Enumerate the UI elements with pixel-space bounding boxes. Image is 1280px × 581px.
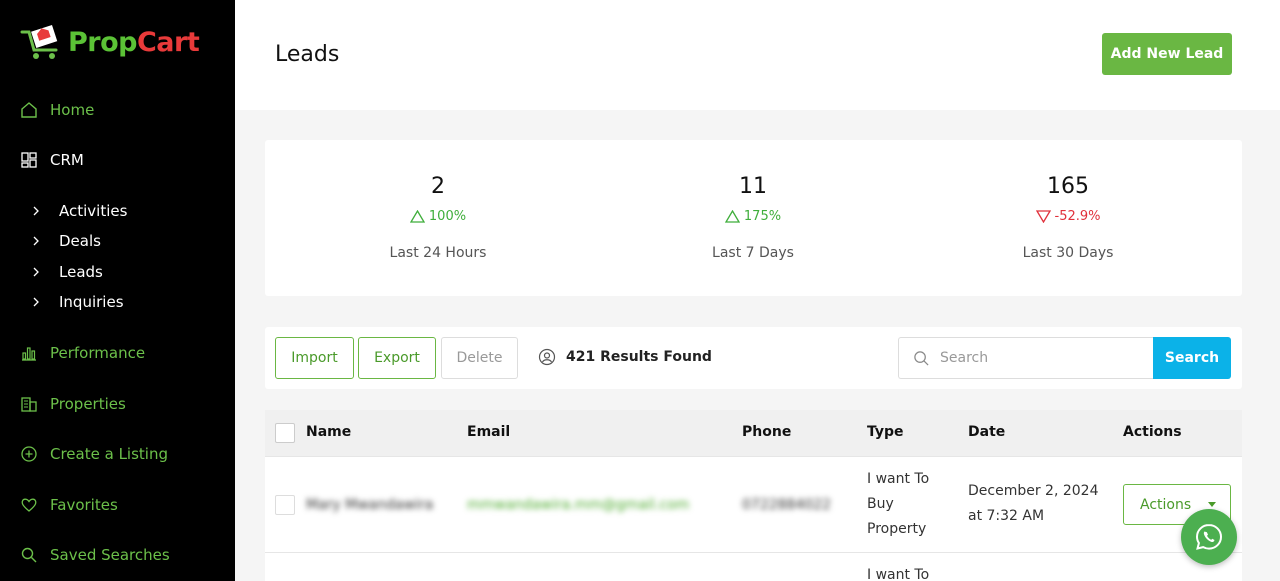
- column-header-name[interactable]: Name: [306, 424, 351, 440]
- sidebar-item-label: Performance: [50, 344, 146, 362]
- building-icon: [20, 395, 38, 413]
- lead-type-line: Property: [867, 521, 927, 537]
- sidebar-subitem-inquiries[interactable]: Inquiries: [32, 291, 124, 313]
- stat-change-value: 175%: [743, 209, 782, 224]
- home-icon: [20, 101, 38, 119]
- lead-date: December 2, 2024 at 7:32 AM: [968, 479, 1098, 529]
- logo-text-cart: Cart: [136, 26, 200, 58]
- stat-period: Last 30 Days: [1022, 245, 1114, 261]
- sidebar-subitem-leads[interactable]: Leads: [32, 261, 103, 283]
- stat-value: 165: [1047, 174, 1089, 199]
- row-actions-label: Actions: [1140, 496, 1192, 513]
- search-input[interactable]: [940, 350, 1140, 366]
- stat-change-value: -52.9%: [1054, 209, 1101, 224]
- chevron-right-icon: [32, 297, 40, 307]
- lead-type: I want To Buy Property: [867, 467, 957, 542]
- sidebar-item-label: Favorites: [50, 496, 118, 514]
- sidebar: PropCart Home CRM Activities Deals Leads…: [0, 0, 235, 581]
- add-new-lead-button[interactable]: Add New Lead: [1102, 33, 1232, 75]
- sidebar-item-label: Properties: [50, 395, 126, 413]
- sidebar-subitem-label: Inquiries: [59, 293, 124, 311]
- sidebar-item-label: CRM: [50, 151, 84, 169]
- sidebar-item-favorites[interactable]: Favorites: [20, 493, 118, 517]
- lead-email[interactable]: mmwandawira.mm@gmail.com: [467, 493, 689, 518]
- caret-down-icon: [1208, 502, 1216, 507]
- stat-change-value: 100%: [428, 209, 467, 224]
- lead-type-line: Buy: [867, 496, 894, 512]
- lead-phone: 0722884022: [742, 497, 832, 513]
- import-button[interactable]: Import: [275, 337, 354, 379]
- table-header: Name Email Phone Type Date Actions: [265, 410, 1242, 456]
- bar-chart-icon: [20, 344, 38, 362]
- stat-period: Last 7 Days: [712, 245, 794, 261]
- sidebar-subitem-label: Leads: [59, 263, 103, 281]
- sidebar-subitem-label: Deals: [59, 232, 101, 250]
- sidebar-item-create-listing[interactable]: Create a Listing: [20, 442, 168, 466]
- page-title: Leads: [275, 42, 340, 67]
- grid-icon: [20, 151, 38, 169]
- select-all-checkbox[interactable]: [275, 423, 295, 443]
- stat-change: 175%: [653, 209, 853, 224]
- results-count: 421 Results Found: [538, 348, 712, 366]
- sidebar-item-label: Create a Listing: [50, 445, 168, 463]
- sidebar-item-saved-searches[interactable]: Saved Searches: [20, 543, 170, 567]
- sidebar-item-home[interactable]: Home: [20, 98, 94, 122]
- search-icon: [914, 350, 929, 366]
- lead-type-line: I want To: [867, 471, 930, 487]
- column-header-actions: Actions: [1123, 424, 1182, 440]
- search-box: [898, 337, 1153, 379]
- table-row[interactable]: I want To: [265, 552, 1242, 581]
- lead-type-line: I want To: [867, 567, 930, 581]
- stat-value: 11: [739, 174, 767, 199]
- heart-icon: [20, 496, 38, 514]
- logo-text-prop: Prop: [68, 26, 137, 58]
- user-circle-icon: [538, 348, 556, 366]
- column-header-type[interactable]: Type: [867, 424, 904, 440]
- results-count-text: 421 Results Found: [566, 349, 712, 365]
- table-row[interactable]: Mary Mwandawira mmwandawira.mm@gmail.com…: [265, 456, 1242, 552]
- sidebar-item-crm[interactable]: CRM: [20, 148, 84, 172]
- sidebar-item-label: Saved Searches: [50, 546, 170, 564]
- sidebar-subitem-deals[interactable]: Deals: [32, 230, 101, 252]
- search-button[interactable]: Search: [1153, 337, 1231, 379]
- sidebar-item-performance[interactable]: Performance: [20, 341, 145, 365]
- sidebar-item-properties[interactable]: Properties: [20, 392, 126, 416]
- column-header-date[interactable]: Date: [968, 424, 1005, 440]
- export-button[interactable]: Export: [358, 337, 436, 379]
- search-icon: [20, 546, 38, 564]
- sidebar-subitem-activities[interactable]: Activities: [32, 200, 127, 222]
- leads-table: Name Email Phone Type Date Actions Mary …: [265, 410, 1242, 581]
- row-checkbox[interactable]: [275, 495, 295, 515]
- column-header-phone[interactable]: Phone: [742, 424, 791, 440]
- stat-value: 2: [431, 174, 445, 199]
- sidebar-item-label: Home: [50, 101, 95, 119]
- propcart-logo[interactable]: PropCart: [20, 22, 200, 62]
- chevron-right-icon: [32, 236, 40, 246]
- triangle-up-icon: [409, 210, 425, 223]
- leads-toolbar: Import Export Delete 421 Results Found S…: [265, 327, 1242, 389]
- lead-date-line: at 7:32 AM: [968, 508, 1045, 524]
- triangle-down-icon: [1035, 210, 1051, 223]
- cart-logo-icon: [20, 24, 58, 59]
- column-header-email[interactable]: Email: [467, 424, 510, 440]
- triangle-up-icon: [724, 210, 740, 223]
- stats-card: 2 100% Last 24 Hours 11 175% Last 7 Days…: [265, 140, 1242, 296]
- plus-circle-icon: [20, 445, 38, 463]
- delete-button[interactable]: Delete: [441, 337, 518, 379]
- stat-period: Last 24 Hours: [389, 245, 487, 261]
- chevron-right-icon: [32, 206, 40, 216]
- stat-change: 100%: [338, 209, 538, 224]
- lead-date-line: December 2, 2024: [968, 483, 1099, 499]
- sidebar-subitem-label: Activities: [59, 202, 128, 220]
- page-header: Leads Add New Lead: [235, 0, 1280, 110]
- chevron-right-icon: [32, 267, 40, 277]
- whatsapp-button[interactable]: [1181, 509, 1237, 565]
- whatsapp-icon: [1195, 523, 1223, 550]
- lead-name: Mary Mwandawira: [306, 497, 434, 513]
- stat-change: -52.9%: [968, 209, 1168, 224]
